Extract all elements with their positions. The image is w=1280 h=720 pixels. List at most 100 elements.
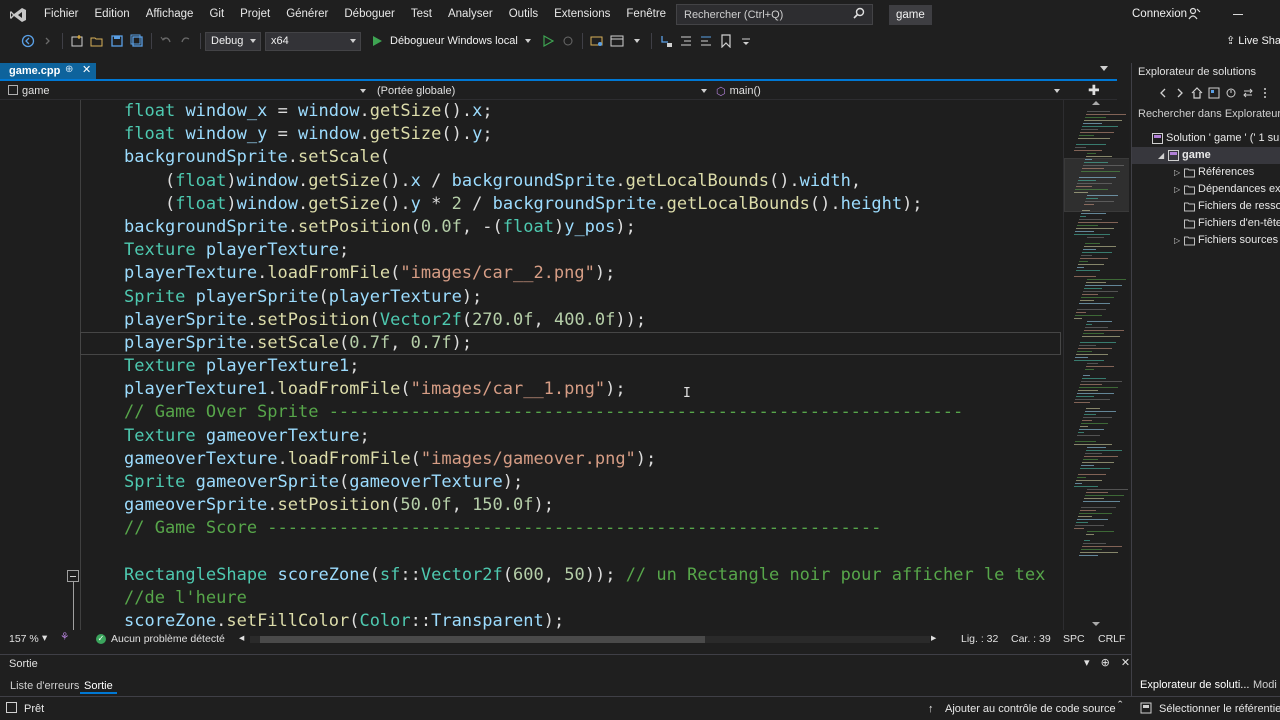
- code-line[interactable]: float window_y = window.getSize().y;: [124, 123, 1045, 146]
- home-icon[interactable]: [1189, 85, 1204, 101]
- start-debugging-icon[interactable]: [368, 32, 386, 50]
- code-line[interactable]: scoreZone.setFillColor(Color::Transparen…: [124, 610, 1045, 630]
- save-all-icon[interactable]: [128, 32, 146, 50]
- split-window-plus-icon[interactable]: ✚: [1088, 82, 1100, 99]
- problems-status[interactable]: Aucun problème détecté: [111, 633, 225, 645]
- code-line[interactable]: Sprite playerSprite(playerTexture);: [124, 286, 1045, 309]
- toolbar-options-icon[interactable]: [737, 32, 755, 50]
- code-line[interactable]: Texture gameoverTexture;: [124, 425, 1045, 448]
- tree-item[interactable]: Fichiers d'en-tête: [1132, 215, 1280, 232]
- tab-overflow-chevron-icon[interactable]: [1100, 66, 1108, 71]
- add-to-source-control-button[interactable]: Ajouter au contrôle de code source: [945, 703, 1116, 715]
- chevron-down-icon[interactable]: [628, 32, 646, 50]
- menu-item-test[interactable]: Test: [403, 0, 440, 29]
- menu-item-deboguer[interactable]: Déboguer: [336, 0, 403, 29]
- back-icon[interactable]: [1155, 85, 1170, 101]
- output-status-icon[interactable]: [6, 702, 17, 716]
- redo-icon[interactable]: [177, 32, 195, 50]
- code-line[interactable]: RectangleShape scoreZone(sf::Vector2f(60…: [124, 564, 1045, 587]
- tree-expander-icon[interactable]: ◢: [1158, 147, 1164, 164]
- browse-folder-icon[interactable]: [588, 32, 606, 50]
- source-control-arrow-icon[interactable]: ↑: [928, 703, 934, 715]
- code-line[interactable]: (float)window.getSize().y * 2 / backgrou…: [124, 193, 1045, 216]
- window-layout-icon[interactable]: [608, 32, 626, 50]
- tree-item[interactable]: Solution ' game ' (' 1 sur: [1132, 130, 1280, 147]
- code-line[interactable]: playerTexture1.loadFromFile("images/car_…: [124, 378, 1045, 401]
- tab-output[interactable]: Sortie: [80, 678, 117, 694]
- visual-studio-logo-icon[interactable]: [0, 0, 36, 29]
- close-tab-icon[interactable]: ✕: [82, 63, 91, 76]
- tree-item[interactable]: ▷ Références: [1132, 164, 1280, 181]
- solution-name-badge[interactable]: game: [889, 5, 932, 25]
- chevron-down-icon[interactable]: [519, 32, 537, 50]
- sync-icon[interactable]: [1240, 85, 1255, 101]
- menu-item-git[interactable]: Git: [201, 0, 232, 29]
- outdent-icon[interactable]: [697, 32, 715, 50]
- project-dropdown[interactable]: game: [0, 83, 370, 99]
- tree-item[interactable]: ▷ Fichiers sources: [1132, 232, 1280, 249]
- intellicode-icon[interactable]: ⚘: [60, 631, 69, 643]
- code-line[interactable]: float window_x = window.getSize().x;: [124, 100, 1045, 123]
- scroll-down-icon[interactable]: [1092, 622, 1100, 626]
- tree-item[interactable]: ◢ game: [1132, 147, 1280, 164]
- menu-item-generer[interactable]: Générer: [278, 0, 336, 29]
- line-number-indicator[interactable]: Lig. : 32: [961, 633, 998, 645]
- menu-item-outils[interactable]: Outils: [501, 0, 546, 29]
- code-line[interactable]: // Game Over Sprite --------------------…: [124, 401, 1045, 424]
- tab-solution-explorer[interactable]: Explorateur de soluti...: [1140, 679, 1249, 691]
- menu-item-extensions[interactable]: Extensions: [546, 0, 618, 29]
- debug-target-settings-icon[interactable]: [559, 32, 577, 50]
- function-dropdown[interactable]: ⬡ main(): [712, 83, 1064, 99]
- tab-game-cpp[interactable]: game.cpp ⊕ ✕: [0, 63, 96, 79]
- code-line[interactable]: backgroundSprite.setPosition(0.0f, -(flo…: [124, 216, 1045, 239]
- more-options-icon[interactable]: [1257, 85, 1272, 101]
- account-settings-icon[interactable]: [1187, 7, 1201, 24]
- solution-search-input[interactable]: Rechercher dans Explorateur d: [1138, 108, 1280, 120]
- zoom-level-dropdown[interactable]: 157 %: [9, 633, 39, 645]
- scroll-right-icon[interactable]: ▸: [931, 632, 936, 644]
- switch-views-icon[interactable]: [1206, 85, 1221, 101]
- menu-item-analyser[interactable]: Analyser: [440, 0, 501, 29]
- code-line[interactable]: // Game Score --------------------------…: [124, 517, 1045, 540]
- repository-icon[interactable]: [1140, 702, 1152, 717]
- minimap-scrollbar[interactable]: [1063, 100, 1129, 630]
- tree-expander-icon[interactable]: ▷: [1174, 232, 1180, 249]
- start-without-debugging-icon[interactable]: [539, 32, 557, 50]
- code-line[interactable]: gameoverTexture.loadFromFile("images/gam…: [124, 448, 1045, 471]
- scroll-up-icon[interactable]: [1092, 101, 1100, 105]
- code-editor[interactable]: float window_x = window.getSize().x; floa…: [0, 100, 1063, 630]
- undo-icon[interactable]: [157, 32, 175, 50]
- live-share-button[interactable]: ⇪ Live Sha: [1226, 29, 1280, 53]
- whitespace-indicator[interactable]: SPC: [1063, 633, 1085, 645]
- pending-changes-icon[interactable]: [1223, 85, 1238, 101]
- bookmark-icon[interactable]: [717, 32, 735, 50]
- forward-icon[interactable]: [1172, 85, 1187, 101]
- menu-item-edition[interactable]: Edition: [87, 0, 138, 29]
- code-line[interactable]: playerTexture.loadFromFile("images/car__…: [124, 262, 1045, 285]
- code-line[interactable]: playerSprite.setPosition(Vector2f(270.0f…: [124, 309, 1045, 332]
- code-line[interactable]: Texture playerTexture;: [124, 239, 1045, 262]
- chevron-down-icon[interactable]: ▾: [42, 632, 47, 644]
- menu-item-projet[interactable]: Projet: [232, 0, 278, 29]
- select-repository-button[interactable]: Sélectionner le référentiel: [1159, 703, 1280, 715]
- output-panel-controls[interactable]: ▾ ⊕ ✕: [1084, 656, 1134, 669]
- chevron-up-icon[interactable]: ˆ: [1118, 698, 1122, 713]
- menu-item-fichier[interactable]: Fichier: [36, 0, 87, 29]
- pin-tab-icon[interactable]: ⊕: [65, 64, 73, 75]
- code-line[interactable]: (float)window.getSize().x / backgroundSp…: [124, 170, 1045, 193]
- minimap-viewport[interactable]: [1064, 158, 1129, 212]
- tab-error-list[interactable]: Liste d'erreurs: [6, 678, 83, 694]
- code-lines[interactable]: float window_x = window.getSize().x; floa…: [124, 100, 1045, 630]
- collapse-region-icon[interactable]: [67, 570, 79, 582]
- code-line[interactable]: [124, 541, 1045, 564]
- menu-item-fenetre[interactable]: Fenêtre: [618, 0, 674, 29]
- platform-dropdown[interactable]: x64: [265, 31, 361, 51]
- scroll-left-icon[interactable]: ◂: [239, 632, 244, 644]
- configuration-dropdown[interactable]: Debug: [205, 31, 261, 51]
- open-file-icon[interactable]: [88, 32, 106, 50]
- search-input[interactable]: Rechercher (Ctrl+Q): [676, 4, 873, 25]
- debugger-target-button[interactable]: Débogueur Windows local: [390, 35, 518, 47]
- code-line[interactable]: Sprite gameoverSprite(gameoverTexture);: [124, 471, 1045, 494]
- code-line[interactable]: backgroundSprite.setScale(: [124, 146, 1045, 169]
- horizontal-scrollbar-thumb[interactable]: [260, 636, 705, 643]
